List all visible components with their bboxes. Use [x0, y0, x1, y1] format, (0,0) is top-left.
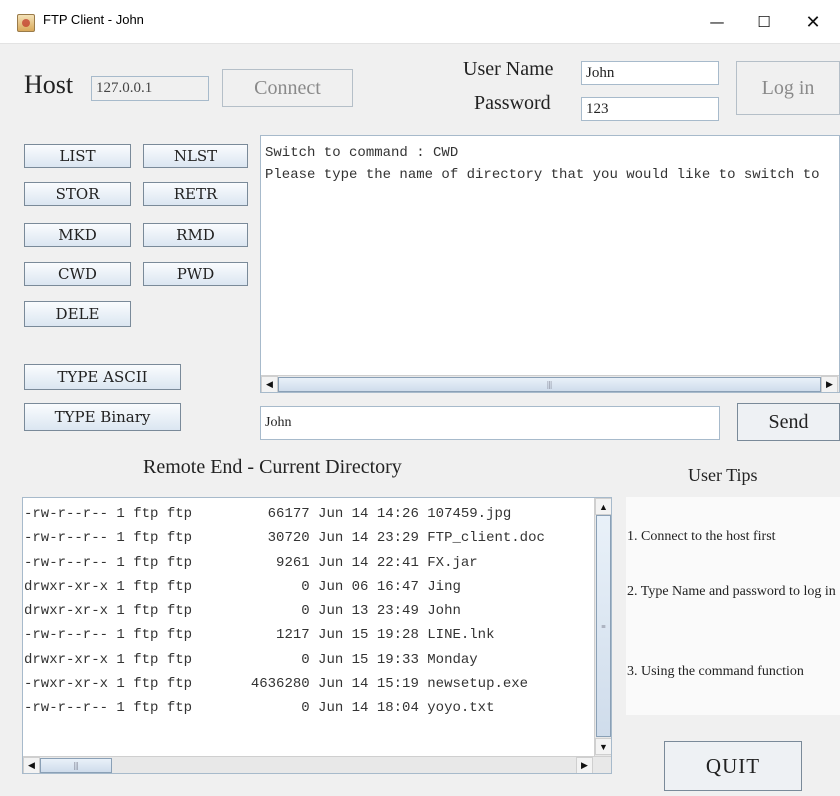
connect-button[interactable]: Connect — [222, 69, 353, 107]
java-cup-icon — [17, 14, 35, 32]
console-line: Please type the name of directory that y… — [265, 167, 820, 183]
host-input[interactable]: 127.0.0.1 — [91, 76, 209, 101]
file-row[interactable]: -rw-r--r-- 1 ftp ftp 30720 Jun 14 23:29 … — [23, 526, 611, 550]
quit-button[interactable]: QUIT — [664, 741, 802, 791]
remote-file-list[interactable]: -rw-r--r-- 1 ftp ftp 66177 Jun 14 14:26 … — [22, 497, 612, 774]
stor-button[interactable]: STOR — [24, 182, 131, 206]
dele-button[interactable]: DELE — [24, 301, 131, 327]
tip-item: 1. Connect to the host first — [627, 529, 776, 544]
rmd-button[interactable]: RMD — [143, 223, 248, 247]
maximize-button[interactable]: ☐ — [741, 0, 787, 44]
file-row[interactable]: -rw-r--r-- 1 ftp ftp 0 Jun 14 18:04 yoyo… — [23, 696, 611, 720]
tip-item: 2. Type Name and password to log in — [627, 584, 836, 599]
username-label: User Name — [463, 58, 554, 80]
command-input[interactable]: John — [260, 406, 720, 440]
minimize-button[interactable]: — — [694, 0, 740, 44]
file-row[interactable]: drwxr-xr-x 1 ftp ftp 0 Jun 06 16:47 Jing — [23, 575, 611, 599]
file-row[interactable]: -rwxr-xr-x 1 ftp ftp 4636280 Jun 14 15:1… — [23, 672, 611, 696]
remote-directory-title: Remote End - Current Directory — [143, 456, 402, 478]
nlst-button[interactable]: NLST — [143, 144, 248, 168]
console-output[interactable]: Switch to command : CWD Please type the … — [260, 135, 840, 393]
file-row[interactable]: -rw-r--r-- 1 ftp ftp 66177 Jun 14 14:26 … — [23, 502, 611, 526]
mkd-button[interactable]: MKD — [24, 223, 131, 247]
password-input[interactable]: 123 — [581, 97, 719, 121]
type-binary-button[interactable]: TYPE Binary — [24, 403, 181, 431]
cwd-button[interactable]: CWD — [24, 262, 131, 286]
file-row[interactable]: -rw-r--r-- 1 ftp ftp 1217 Jun 15 19:28 L… — [23, 623, 611, 647]
login-button[interactable]: Log in — [736, 61, 840, 115]
scroll-left-icon[interactable]: ◀ — [23, 757, 40, 773]
close-button[interactable]: ✕ — [790, 0, 836, 44]
console-horizontal-scrollbar[interactable]: ◀ ||| ▶ — [261, 375, 839, 392]
list-button[interactable]: LIST — [24, 144, 131, 168]
scroll-up-icon[interactable]: ▲ — [595, 498, 611, 515]
retr-button[interactable]: RETR — [143, 182, 248, 206]
file-list-horizontal-scrollbar[interactable]: ◀ ||| ▶ — [23, 756, 611, 773]
file-row[interactable]: -rw-r--r-- 1 ftp ftp 9261 Jun 14 22:41 F… — [23, 551, 611, 575]
user-tips-panel: 1. Connect to the host first 2. Type Nam… — [626, 497, 840, 715]
username-input[interactable]: John — [581, 61, 719, 85]
type-ascii-button[interactable]: TYPE ASCII — [24, 364, 181, 390]
scroll-down-icon[interactable]: ▼ — [595, 738, 611, 755]
console-line: Switch to command : CWD — [265, 145, 459, 161]
scroll-thumb[interactable]: ≡ — [596, 515, 611, 737]
host-label: Host — [24, 70, 74, 99]
file-row[interactable]: drwxr-xr-x 1 ftp ftp 0 Jun 15 19:33 Mond… — [23, 648, 611, 672]
scroll-thumb[interactable]: ||| — [40, 758, 112, 773]
window-title: FTP Client - John — [43, 12, 144, 27]
title-bar: FTP Client - John — ☐ ✕ — [0, 0, 840, 44]
send-button[interactable]: Send — [737, 403, 840, 441]
password-label: Password — [474, 92, 551, 114]
scroll-right-icon[interactable]: ▶ — [576, 757, 593, 773]
pwd-button[interactable]: PWD — [143, 262, 248, 286]
file-row[interactable]: drwxr-xr-x 1 ftp ftp 0 Jun 13 23:49 John — [23, 599, 611, 623]
user-tips-title: User Tips — [688, 465, 758, 485]
scroll-left-icon[interactable]: ◀ — [261, 376, 278, 392]
scroll-right-icon[interactable]: ▶ — [821, 376, 838, 392]
file-rows: -rw-r--r-- 1 ftp ftp 66177 Jun 14 14:26 … — [23, 498, 611, 721]
scroll-thumb[interactable]: ||| — [278, 377, 821, 392]
file-list-vertical-scrollbar[interactable]: ▲ ≡ ▼ — [594, 498, 611, 756]
tip-item: 3. Using the command function — [627, 664, 804, 679]
